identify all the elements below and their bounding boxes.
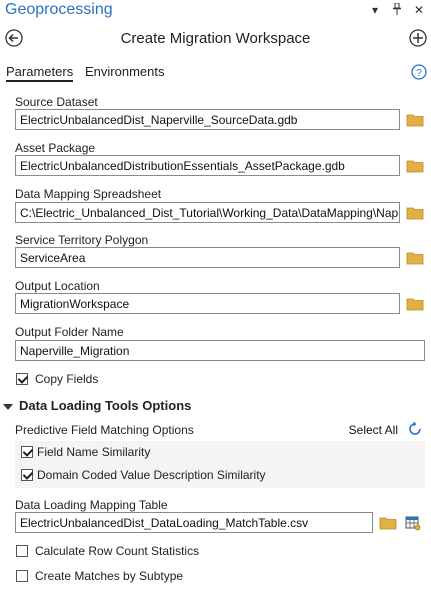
refresh-icon[interactable] xyxy=(407,421,423,437)
tool-title: Create Migration Workspace xyxy=(120,30,311,47)
output-location-label: Output Location xyxy=(15,279,100,293)
row-count-label: Calculate Row Count Statistics xyxy=(35,544,200,558)
tab-bar: Parameters Environments ? xyxy=(0,62,431,84)
by-subtype-label: Create Matches by Subtype xyxy=(35,569,184,583)
field-name-similarity-label: Field Name Similarity xyxy=(37,445,151,459)
copy-fields-checkbox[interactable] xyxy=(16,373,28,385)
close-icon[interactable]: ✕ xyxy=(413,3,425,18)
territory-label: Service Territory Polygon xyxy=(15,233,149,247)
output-folder-field[interactable]: Naperville_Migration xyxy=(15,340,425,361)
field-name-similarity-checkbox[interactable] xyxy=(21,446,33,458)
folder-icon[interactable] xyxy=(406,297,424,311)
select-all-link[interactable]: Select All xyxy=(349,423,398,437)
output-location-field[interactable]: MigrationWorkspace xyxy=(15,293,400,314)
data-loading-section-label: Data Loading Tools Options xyxy=(19,398,192,413)
source-dataset-label: Source Dataset xyxy=(15,95,98,109)
source-dataset-field[interactable]: ElectricUnbalancedDist_Naperville_Source… xyxy=(15,109,400,130)
domain-coded-similarity-label: Domain Coded Value Description Similarit… xyxy=(37,468,266,482)
output-folder-label: Output Folder Name xyxy=(15,325,124,339)
folder-icon[interactable] xyxy=(406,113,424,127)
pfm-label: Predictive Field Matching Options xyxy=(15,423,194,437)
territory-field[interactable]: ServiceArea xyxy=(15,247,400,268)
table-icon[interactable] xyxy=(405,515,421,531)
tab-environments[interactable]: Environments xyxy=(85,64,164,79)
add-icon[interactable] xyxy=(409,29,427,47)
by-subtype-checkbox[interactable] xyxy=(16,570,28,582)
asset-package-field[interactable]: ElectricUnbalancedDistributionEssentials… xyxy=(15,155,400,176)
pane-titlebar: Geoprocessing ▾ ✕ xyxy=(0,0,431,22)
folder-icon[interactable] xyxy=(406,159,424,173)
svg-text:?: ? xyxy=(416,68,422,79)
pane-title: Geoprocessing xyxy=(5,1,113,18)
domain-coded-similarity-checkbox[interactable] xyxy=(21,469,33,481)
chevron-down-icon xyxy=(3,403,13,410)
folder-icon[interactable] xyxy=(406,251,424,265)
pin-icon[interactable] xyxy=(391,2,403,18)
mapping-spreadsheet-field[interactable]: C:\Electric_Unbalanced_Dist_Tutorial\Wor… xyxy=(15,202,400,223)
asset-package-label: Asset Package xyxy=(15,141,96,155)
tab-parameters[interactable]: Parameters xyxy=(6,64,74,82)
tool-header: Create Migration Workspace xyxy=(0,26,431,52)
folder-icon[interactable] xyxy=(379,516,397,530)
data-loading-section-header[interactable]: Data Loading Tools Options xyxy=(3,398,191,413)
mapping-table-field[interactable]: ElectricUnbalancedDist_DataLoading_Match… xyxy=(15,512,373,533)
folder-icon[interactable] xyxy=(406,206,424,220)
chevron-down-icon[interactable]: ▾ xyxy=(369,3,381,18)
copy-fields-label: Copy Fields xyxy=(35,372,99,386)
help-icon[interactable]: ? xyxy=(411,64,427,80)
mapping-table-label: Data Loading Mapping Table xyxy=(15,498,168,512)
row-count-checkbox[interactable] xyxy=(16,545,28,557)
mapping-spreadsheet-label: Data Mapping Spreadsheet xyxy=(15,187,162,201)
